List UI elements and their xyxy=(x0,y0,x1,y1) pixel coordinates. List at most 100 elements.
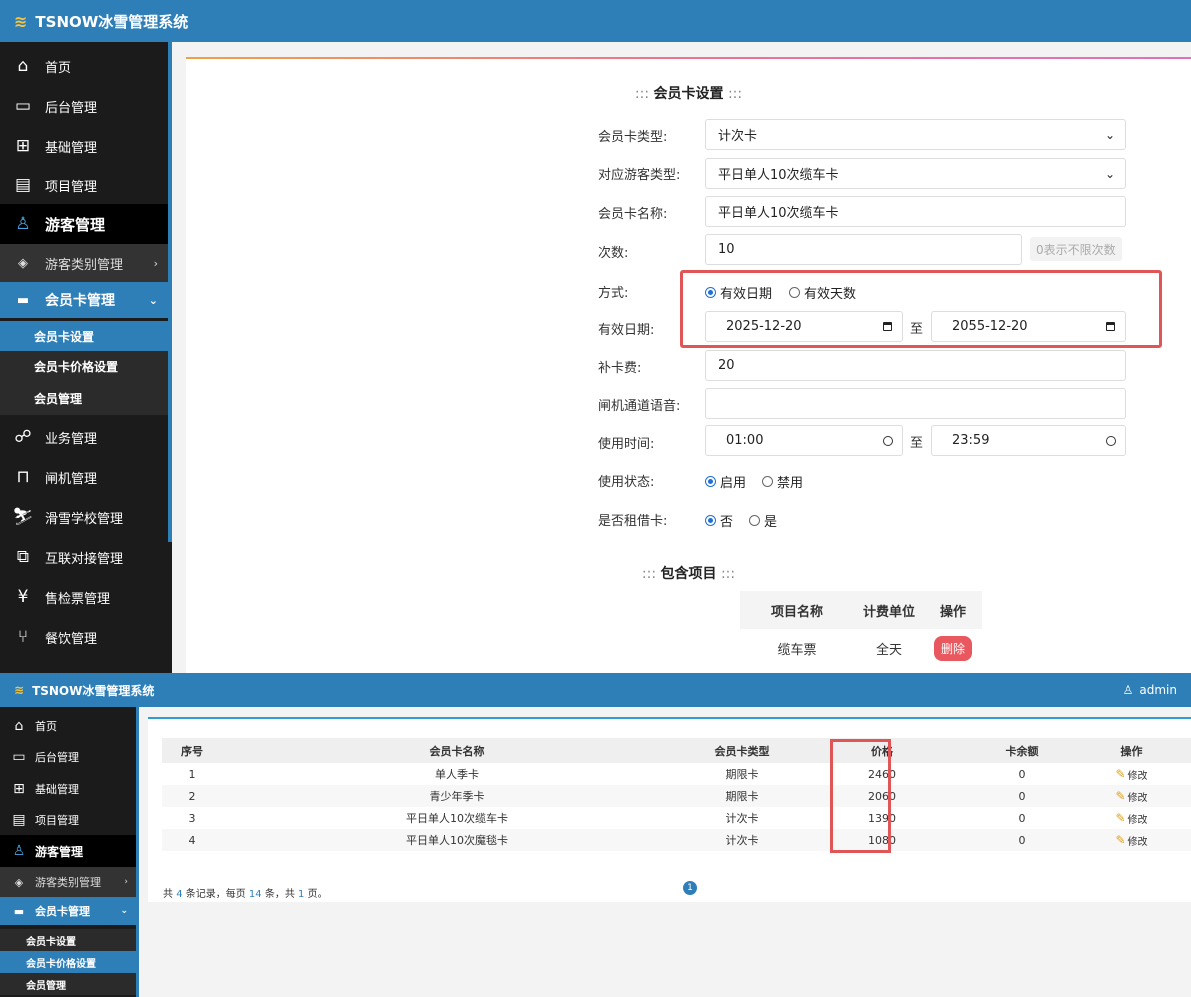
app-logo[interactable]: ≋ TSNOW冰雪管理系统 xyxy=(14,0,188,42)
status-radio-enabled[interactable]: 启用 xyxy=(705,472,746,491)
sidebar-item-visitor[interactable]: ♙ 游客管理 xyxy=(0,204,168,244)
folder-icon: ▤ xyxy=(14,175,32,195)
status-radio-disabled[interactable]: 禁用 xyxy=(762,472,803,491)
edit-icon: ✎ xyxy=(1115,767,1126,781)
pager-text: 条，共 xyxy=(261,889,299,900)
link-icon: ⧉ xyxy=(16,547,30,567)
cutlery-icon: ⑂ xyxy=(17,627,29,647)
top-header: ≋ TSNOW冰雪管理系统 xyxy=(0,0,1191,42)
layers-icon: ◈ xyxy=(14,875,24,889)
delete-button[interactable]: 删除 xyxy=(933,635,972,661)
cell-name: 单人季卡 xyxy=(435,768,479,781)
sidebar-item-ticketing[interactable]: ¥ 售检票管理 xyxy=(0,577,168,617)
card-name-input[interactable]: 平日单人10次缆车卡 xyxy=(705,196,1126,227)
cell-action: ✎ 修改 xyxy=(1072,767,1191,782)
card-type-select[interactable]: 计次卡 ⌄ xyxy=(705,119,1126,150)
card-type-value: 计次卡 xyxy=(718,129,758,144)
table-header: 项目名称 计费单位 操作 xyxy=(740,591,982,629)
sidebar-item-card-price[interactable]: 会员卡价格设置 xyxy=(0,951,136,973)
chevron-down-icon: ⌄ xyxy=(148,293,158,307)
reissue-fee-label: 补卡费: xyxy=(598,361,642,376)
sidebar-item-backend[interactable]: ▭ 后台管理 xyxy=(0,86,168,126)
count-input[interactable]: 10 xyxy=(705,234,1022,265)
username: admin xyxy=(1139,683,1177,697)
rental-radio-yes[interactable]: 是 xyxy=(749,511,777,530)
sidebar-item-business[interactable]: ☍ 业务管理 xyxy=(0,417,168,457)
edit-label: 修改 xyxy=(1127,770,1148,782)
cell-type: 计次卡 xyxy=(725,812,759,825)
sidebar-item-visitor-type[interactable]: ◈ 游客类别管理 › xyxy=(0,867,136,897)
project-name-cell: 缆车票 xyxy=(777,642,817,658)
sidebar-item-visitor-type[interactable]: ◈ 游客类别管理 › xyxy=(0,244,168,282)
cell-type: 期限卡 xyxy=(725,790,759,803)
table-row: 3 平日单人10次缆车卡 计次卡 1390 0 ✎ 修改 xyxy=(162,807,1191,829)
radio-label: 启用 xyxy=(720,476,747,491)
visitor-type-select[interactable]: 平日单人10次缆车卡 ⌄ xyxy=(705,158,1126,189)
app-logo[interactable]: ≋ TSNOW冰雪管理系统 xyxy=(14,673,154,707)
sidebar-item-card-price[interactable]: 会员卡价格设置 xyxy=(0,351,168,381)
top-header: ≋ TSNOW冰雪管理系统 ♙ admin xyxy=(0,673,1191,707)
card-name-value: 平日单人10次缆车卡 xyxy=(718,206,839,221)
per-page: 14 xyxy=(248,889,262,900)
sidebar-item-member-mgmt[interactable]: 会员管理 xyxy=(0,973,136,995)
time-to-input[interactable]: 23:59 xyxy=(931,425,1126,456)
cell-name: 青少年季卡 xyxy=(429,790,485,803)
section-title-text: 会员卡设置 xyxy=(653,86,724,102)
cell-name: 平日单人10次缆车卡 xyxy=(406,812,508,825)
pager-text: 页。 xyxy=(304,889,328,900)
sidebar-item-card-mgmt[interactable]: ▬ 会员卡管理 ⌄ xyxy=(0,282,168,318)
time-from-input[interactable]: 01:00 xyxy=(705,425,903,456)
sidebar-item-member-mgmt[interactable]: 会员管理 xyxy=(0,381,168,415)
sidebar-item-home[interactable]: ⌂ 首页 xyxy=(0,711,136,741)
sidebar-item-backend[interactable]: ▭ 后台管理 xyxy=(0,741,136,773)
cell-balance: 0 xyxy=(1018,767,1026,781)
radio-dot xyxy=(705,515,716,526)
sidebar-item-visitor[interactable]: ♙ 游客管理 xyxy=(0,835,136,867)
sidebar-item-label: 项目管理 xyxy=(35,814,79,827)
sidebar-item-card-mgmt[interactable]: ▬ 会员卡管理 ⌄ xyxy=(0,897,136,925)
edit-button[interactable]: ✎ 修改 xyxy=(1115,767,1147,782)
sidebar-item-gate[interactable]: ⊓ 闸机管理 xyxy=(0,457,168,497)
sidebar-item-catering[interactable]: ⑂ 餐饮管理 xyxy=(0,617,168,657)
section-title: ::: 会员卡设置 ::: xyxy=(634,86,743,102)
user-menu[interactable]: ♙ admin xyxy=(1123,673,1177,707)
radio-label: 禁用 xyxy=(777,476,804,491)
cell-balance: 0 xyxy=(1018,833,1026,847)
sidebar-item-ski-school[interactable]: ⛷ 滑雪学校管理 xyxy=(0,497,168,537)
use-time-label: 使用时间: xyxy=(598,437,655,452)
edit-button[interactable]: ✎ 修改 xyxy=(1115,789,1147,804)
sidebar-item-label: 首页 xyxy=(45,60,72,76)
column-header: 操作 xyxy=(1120,744,1143,758)
sidebar-item-basic[interactable]: ⊞ 基础管理 xyxy=(0,126,168,166)
table-row: 缆车票 全天 删除 xyxy=(740,629,982,667)
edit-button[interactable]: ✎ 修改 xyxy=(1115,811,1147,826)
chevron-down-icon: ⌄ xyxy=(1104,127,1115,142)
cell-no: 2 xyxy=(188,789,196,803)
edit-icon: ✎ xyxy=(1115,833,1126,847)
rental-radio-no[interactable]: 否 xyxy=(705,511,733,530)
status-label: 使用状态: xyxy=(598,475,655,490)
sidebar-item-label: 后台管理 xyxy=(35,751,79,764)
sidebar-item-label: 游客管理 xyxy=(35,844,84,859)
column-header: 卡余额 xyxy=(1005,744,1039,758)
edit-button[interactable]: ✎ 修改 xyxy=(1115,833,1147,848)
sidebar-item-card-settings[interactable]: 会员卡设置 xyxy=(0,929,136,951)
sidebar-item-label: 会员管理 xyxy=(34,391,83,406)
sidebar-item-project[interactable]: ▤ 项目管理 xyxy=(0,166,168,204)
column-header: 操作 xyxy=(939,604,966,620)
sidebar-item-card-settings[interactable]: 会员卡设置 xyxy=(0,321,168,351)
radio-dot xyxy=(705,476,716,487)
gate-voice-input[interactable] xyxy=(705,388,1126,419)
sidebar-item-label: 首页 xyxy=(35,720,57,733)
app-title: TSNOW冰雪管理系统 xyxy=(32,683,155,698)
reissue-fee-input[interactable]: 20 xyxy=(705,350,1126,381)
visitor-type-value: 平日单人10次缆车卡 xyxy=(718,168,839,183)
card-icon: ▬ xyxy=(16,292,30,308)
page-button[interactable]: 1 xyxy=(683,881,697,895)
cell-balance: 0 xyxy=(1018,811,1026,825)
sidebar-item-project[interactable]: ▤ 项目管理 xyxy=(0,805,136,835)
sidebar-item-home[interactable]: ⌂ 首页 xyxy=(0,46,168,86)
sidebar-item-basic[interactable]: ⊞ 基础管理 xyxy=(0,773,136,805)
sidebar-item-interconnect[interactable]: ⧉ 互联对接管理 xyxy=(0,537,168,577)
gate-icon: ⊓ xyxy=(16,467,30,487)
